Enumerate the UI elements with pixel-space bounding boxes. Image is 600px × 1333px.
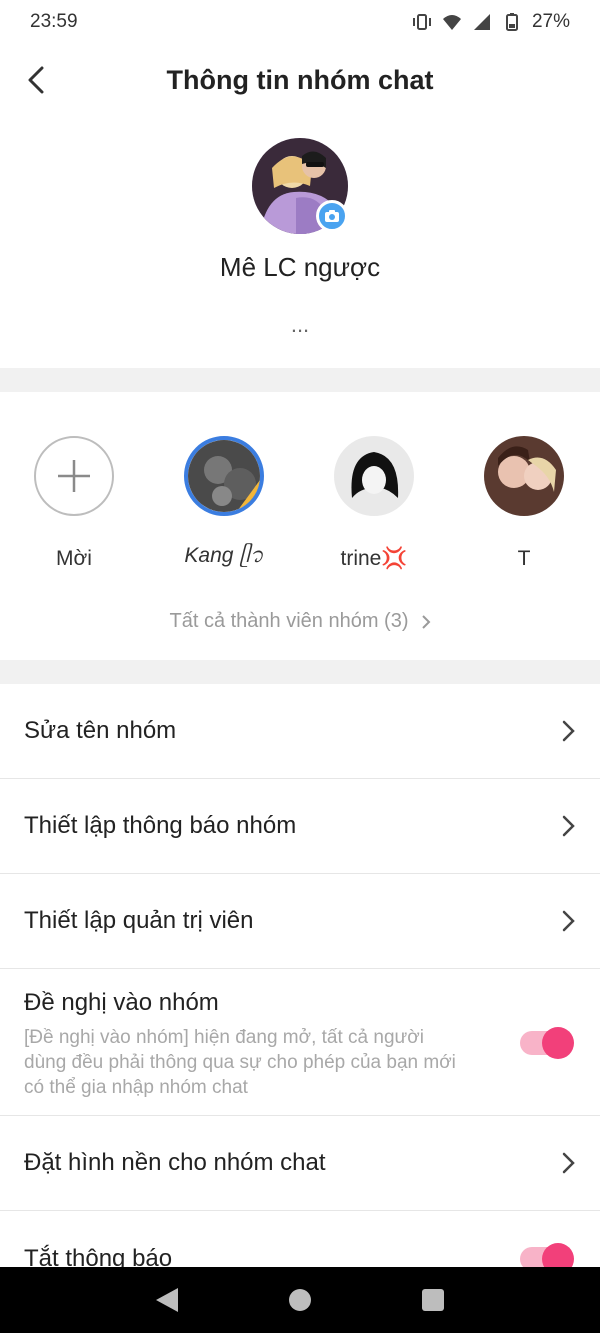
system-nav-bar [0, 1267, 600, 1333]
rename-group-label: Sửa tên nhóm [24, 717, 177, 744]
group-name: Mê LC ngược [219, 252, 381, 282]
all-members-label: Tất cả thành viên nhóm (3) [169, 610, 409, 632]
settings-list: Sửa tên nhóm Thiết lập thông báo nhóm Th… [0, 684, 600, 1306]
wifi-icon [442, 15, 461, 30]
invite-member[interactable]: Mời [14, 436, 134, 572]
status-time: 23:59 [30, 11, 78, 32]
page-title: Thông tin nhóm chat [166, 64, 434, 95]
group-avatar[interactable] [252, 138, 348, 234]
nav-back-icon[interactable] [154, 1286, 180, 1314]
change-photo-button[interactable] [316, 200, 348, 232]
battery-level: 27% [531, 11, 570, 32]
signal-icon [473, 14, 490, 30]
member-item[interactable]: Kang ᥫ᭡ [164, 436, 284, 572]
join-request-toggle[interactable] [520, 1027, 574, 1059]
member-avatar [484, 436, 564, 516]
members-section: Mời Kang ᥫ᭡ trine💢 T Tất cả thành viên n… [0, 392, 600, 660]
nav-home-icon[interactable] [287, 1287, 313, 1313]
notification-settings-label: Thiết lập thông báo nhóm [24, 812, 297, 839]
plus-icon [58, 460, 90, 492]
admin-settings-row[interactable]: Thiết lập quản trị viên [0, 874, 600, 969]
toggle-knob [542, 1027, 574, 1059]
chat-background-row[interactable]: Đặt hình nền cho nhóm chat [0, 1116, 600, 1211]
join-request-description: [Đề nghị vào nhóm] hiện đang mở, tất cả … [24, 1027, 456, 1098]
all-members-link[interactable]: Tất cả thành viên nhóm (3) [0, 610, 600, 633]
chevron-right-icon [421, 614, 430, 629]
status-bar: 23:59 27% [0, 0, 600, 44]
member-avatar [184, 436, 264, 516]
chevron-right-icon [562, 910, 575, 932]
header: Thông tin nhóm chat [0, 44, 600, 116]
chat-background-label: Đặt hình nền cho nhóm chat [24, 1149, 326, 1176]
invite-button[interactable] [34, 436, 114, 516]
member-name: Kang ᥫ᭡ [184, 543, 264, 567]
vibrate-icon [412, 14, 431, 30]
back-button[interactable] [18, 62, 54, 98]
chevron-right-icon [562, 815, 575, 837]
notification-settings-row[interactable]: Thiết lập thông báo nhóm [0, 779, 600, 874]
back-arrow-icon [28, 66, 44, 94]
chevron-right-icon [562, 720, 575, 742]
join-request-row: Đề nghị vào nhóm [Đề nghị vào nhóm] hiện… [0, 969, 600, 1116]
join-request-title: Đề nghị vào nhóm [24, 989, 219, 1016]
status-icons: 27% [412, 11, 570, 33]
nav-recents-icon[interactable] [420, 1287, 446, 1313]
camera-icon [325, 210, 339, 222]
battery-icon [505, 13, 518, 31]
invite-label: Mời [56, 547, 92, 570]
group-description: ... [290, 312, 310, 337]
admin-settings-label: Thiết lập quản trị viên [24, 907, 254, 934]
member-item[interactable]: trine💢 [314, 436, 434, 572]
chevron-right-icon [562, 1152, 575, 1174]
member-name: trine💢 [340, 547, 408, 570]
section-divider [0, 660, 600, 684]
member-name: T [517, 547, 531, 570]
section-divider [0, 368, 600, 392]
member-item[interactable]: T [464, 436, 584, 572]
member-avatar [334, 436, 414, 516]
rename-group-row[interactable]: Sửa tên nhóm [0, 684, 600, 779]
